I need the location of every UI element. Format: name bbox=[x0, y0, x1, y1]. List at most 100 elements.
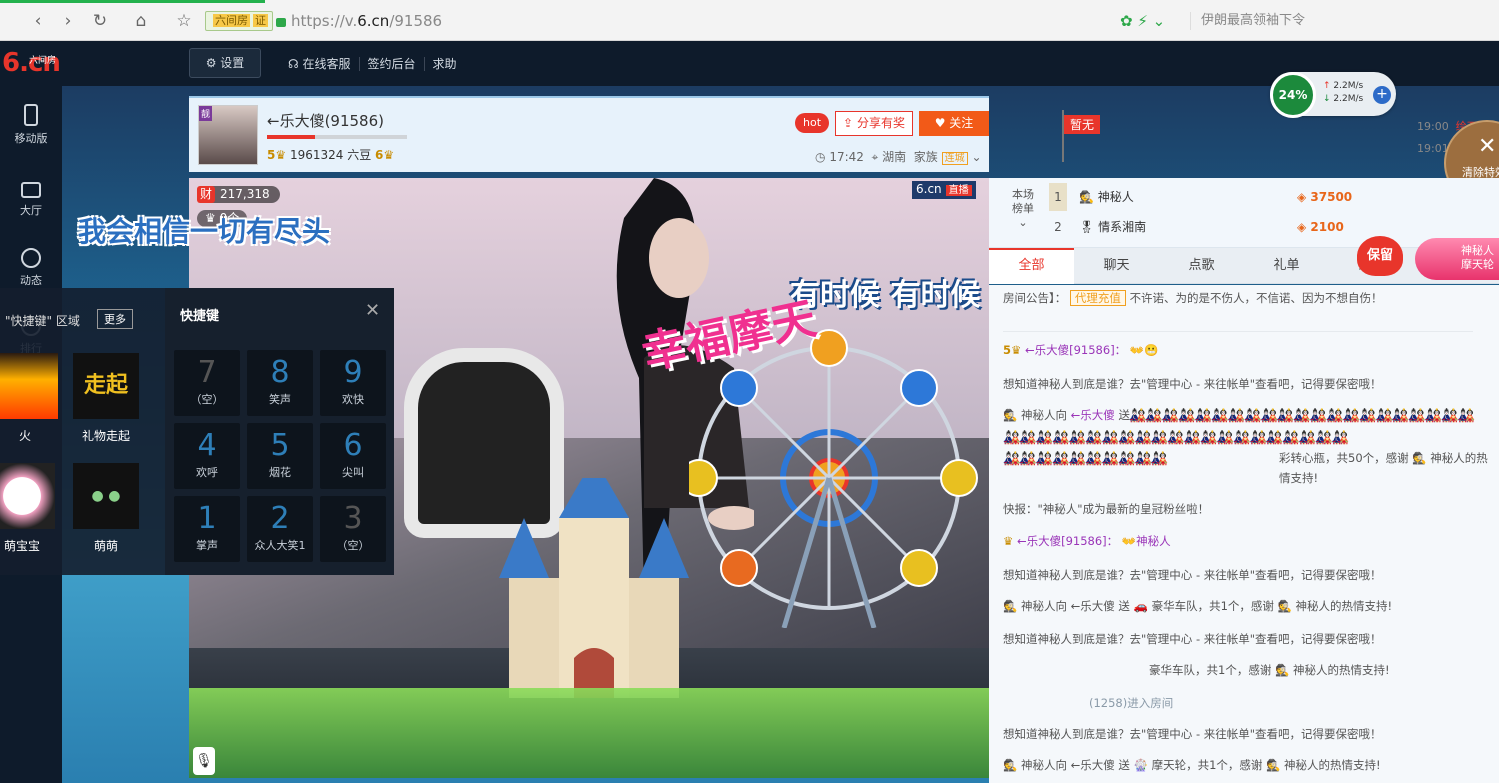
gift-label: 火 bbox=[18, 429, 31, 443]
follow-button[interactable]: ♥ 关注 bbox=[919, 111, 989, 136]
sidebar-item-feed[interactable]: 动态 bbox=[0, 248, 62, 288]
shortcut-key-1[interactable]: 1 掌声 bbox=[174, 496, 240, 562]
level-progress-fill bbox=[267, 135, 315, 139]
gift-fire[interactable]: 火 bbox=[0, 353, 58, 444]
gift-icons-row: 🎎🎎🎎🎎🎎🎎🎎🎎🎎🎎 bbox=[1003, 451, 1168, 467]
chat-user[interactable]: ←乐大傻 bbox=[1017, 534, 1061, 548]
key-label: 欢呼 bbox=[196, 466, 218, 479]
chat-user[interactable]: ←乐大傻 bbox=[1025, 343, 1069, 357]
rank-row[interactable]: 2 🎖 情系湘南 ◈ 2100 bbox=[1049, 213, 1489, 241]
promo-line: 神秘人 bbox=[1461, 244, 1494, 257]
bookmark-star-icon[interactable]: ☆ bbox=[173, 10, 195, 32]
tab-chat[interactable]: 聊天 bbox=[1074, 248, 1159, 284]
anchor-info-card: 靓 ←乐大傻(91586) 5♛ 1961324 六豆 6♛ hot ⇪ 分享有… bbox=[189, 96, 989, 172]
emoji-icon: 👐 bbox=[1121, 534, 1137, 548]
chat-system-tip: 想知道神秘人到底是谁？去"管理中心 - 来往帐单"查看吧，记得要保密哦！ bbox=[1003, 568, 1382, 582]
key-digit: 3 bbox=[343, 501, 363, 536]
mengmeng-icon: ● ● bbox=[73, 463, 139, 529]
shortcut-key-7[interactable]: 7 （空） bbox=[174, 350, 240, 416]
quick-area-label: "快捷键" 区域 bbox=[5, 314, 80, 328]
chat-flash-news: 快报："神秘人"成为最新的皇冠粉丝啦！ bbox=[1003, 502, 1210, 516]
shortcut-key-8[interactable]: 8 笑声 bbox=[247, 350, 313, 416]
close-icon[interactable]: ✕ bbox=[365, 300, 380, 321]
header-links: ☊ 在线客服 签约后台 求助 bbox=[288, 55, 465, 72]
shortcut-key-4[interactable]: 4 欢呼 bbox=[174, 423, 240, 489]
plus-icon[interactable]: + bbox=[1373, 86, 1391, 104]
gift-line: 神秘人向 ←乐大傻 送 bbox=[1020, 758, 1130, 772]
chat-gift-message: 🕵 神秘人向 ←乐大傻 送 🎡 摩天轮，共1个，感谢 🕵 神秘人的热情支持! bbox=[1003, 755, 1493, 775]
shortcut-key-3[interactable]: 3 （空） bbox=[320, 496, 386, 562]
anchor-name[interactable]: ←乐大傻(91586) bbox=[267, 110, 384, 131]
family-tag[interactable]: 连城 bbox=[941, 152, 968, 165]
microphone-icon[interactable]: 🎙 bbox=[193, 747, 215, 775]
live-time: 17:42 bbox=[829, 150, 864, 164]
quick-gift-area: "快捷键" 区域 更多 火 走起 礼物走起 萌宝宝 ● ● 萌萌 bbox=[0, 288, 165, 575]
reload-icon[interactable]: ↻ bbox=[89, 10, 111, 32]
tab-all[interactable]: 全部 bbox=[989, 248, 1074, 284]
gift-mengmeng[interactable]: ● ● 萌萌 bbox=[73, 463, 139, 554]
upload-arrow-icon: ↑ bbox=[1323, 81, 1331, 91]
gift-mengbaobao[interactable]: 萌宝宝 bbox=[0, 463, 55, 554]
key-digit: 8 bbox=[270, 355, 290, 390]
share-icon: ⇪ bbox=[843, 116, 854, 130]
clock-icon: ◷ bbox=[815, 150, 826, 164]
rank-row[interactable]: 1 🕵 神秘人 ◈ 37500 bbox=[1049, 183, 1489, 211]
chat-user[interactable]: 神秘人向 bbox=[1021, 408, 1067, 422]
gift-label: 萌萌 bbox=[93, 539, 118, 553]
chevron-down-icon[interactable]: ⌄ bbox=[971, 150, 981, 164]
rank-title[interactable]: 本场榜单 ⌄ bbox=[1009, 188, 1037, 230]
nav-help[interactable]: 求助 bbox=[423, 57, 465, 71]
sidebar-item-mobile[interactable]: 移动版 bbox=[0, 104, 62, 146]
share-button[interactable]: ⇪ 分享有奖 bbox=[835, 111, 913, 136]
nav-customer-service[interactable]: ☊ 在线客服 bbox=[288, 57, 359, 71]
shortcut-key-5[interactable]: 5 烟花 bbox=[247, 423, 313, 489]
network-speed-widget[interactable]: 24% ↑ 2.2M/s ↓ 2.2M/s + bbox=[1270, 72, 1396, 118]
key-label: 笑声 bbox=[269, 393, 291, 406]
gift-icons-row: 🎎🎎🎎🎎🎎🎎🎎🎎🎎🎎🎎🎎🎎🎎🎎🎎🎎🎎🎎🎎🎎 bbox=[1003, 430, 1349, 446]
tab-gifts[interactable]: 礼单 bbox=[1244, 248, 1329, 284]
family-label: 家族 bbox=[913, 150, 938, 164]
chat-target[interactable]: ←乐大傻 bbox=[1071, 408, 1115, 422]
key-label: 欢快 bbox=[342, 393, 364, 406]
logo-small-text: 六间房 bbox=[29, 56, 57, 66]
spy-icon: 🕵 bbox=[1003, 408, 1018, 422]
location-icon: ⌖ bbox=[871, 150, 879, 164]
rank-position: 1 bbox=[1049, 183, 1067, 211]
shortcut-key-6[interactable]: 6 尖叫 bbox=[320, 423, 386, 489]
gift-line: 神秘人向 ←乐大傻 送 bbox=[1020, 599, 1130, 613]
tab-song[interactable]: 点歌 bbox=[1159, 248, 1244, 284]
home-icon[interactable]: ⌂ bbox=[130, 10, 152, 32]
shortcut-key-9[interactable]: 9 欢快 bbox=[320, 350, 386, 416]
browser-search-box[interactable]: 伊朗最高领袖下令 bbox=[1201, 11, 1481, 31]
notice-tag[interactable]: 代理充值 bbox=[1069, 290, 1126, 306]
settings-button[interactable]: ⚙ 设置 bbox=[189, 48, 261, 78]
shortcut-key-2[interactable]: 2 众人大笑1 bbox=[247, 496, 313, 562]
anchor-avatar[interactable]: 靓 bbox=[198, 105, 258, 165]
gift-zouqi[interactable]: 走起 礼物走起 bbox=[73, 353, 139, 444]
key-label: 众人大笑1 bbox=[254, 539, 306, 552]
nav-sign-backend[interactable]: 签约后台 bbox=[358, 57, 424, 71]
compass-icon bbox=[21, 248, 41, 268]
forward-icon[interactable]: › bbox=[57, 10, 79, 32]
heart-icon: ♥ bbox=[934, 116, 946, 130]
crown-icon: ♛ bbox=[1003, 534, 1014, 548]
spy-icon: 🕵 bbox=[1003, 599, 1018, 613]
sidebar-item-hall[interactable]: 大厅 bbox=[0, 182, 62, 218]
site-logo[interactable]: 6.cn 六间房 bbox=[2, 47, 61, 79]
site-verified-badge[interactable]: 六间房证 bbox=[205, 11, 273, 31]
phone-icon bbox=[24, 104, 38, 126]
rank-name: 情系湘南 bbox=[1098, 220, 1147, 234]
rank-value-number: 2100 bbox=[1310, 220, 1344, 234]
user-level: 5 bbox=[1003, 343, 1012, 357]
more-button[interactable]: 更多 bbox=[97, 309, 133, 329]
promo-banner[interactable]: 神秘人 摩天轮 bbox=[1415, 238, 1499, 280]
hot-badge: hot bbox=[795, 113, 830, 133]
gift-thanks: 神秘人的热情支持! bbox=[1295, 599, 1393, 613]
key-digit: 9 bbox=[343, 355, 363, 390]
address-bar[interactable]: https://v.6.cn/91586 bbox=[276, 10, 1126, 32]
lyric-text: 有时候 有时候 bbox=[790, 278, 981, 313]
back-icon[interactable]: ‹ bbox=[27, 10, 49, 32]
keep-button[interactable]: 保留 bbox=[1357, 236, 1403, 276]
shortcut-title: 快捷键 bbox=[180, 309, 220, 324]
browser-ext-icons[interactable]: ✿ ⚡ ⌄ bbox=[1120, 11, 1165, 31]
